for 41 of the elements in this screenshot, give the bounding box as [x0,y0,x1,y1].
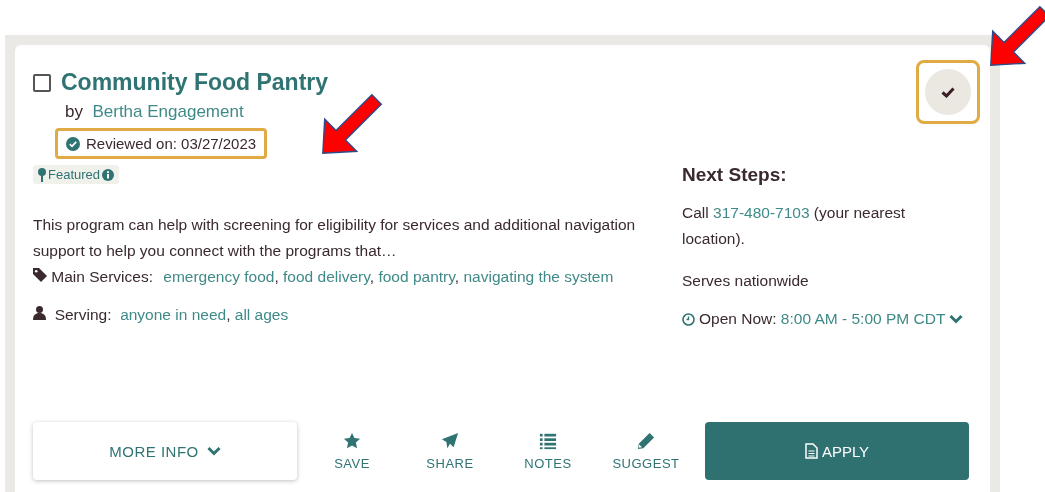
serving-line: Serving: anyone in need, all ages [33,305,648,324]
chevron-down-icon [206,446,221,456]
tag-link[interactable]: emergency food [163,267,275,285]
author-line: by Bertha Engagement [65,102,245,122]
tag-link[interactable]: anyone in need [120,305,227,323]
more-info-button[interactable]: MORE INFO [33,422,297,480]
chevron-down-icon[interactable] [949,314,964,324]
star-icon [343,431,361,450]
coverage-text: Serves nationwide [682,271,810,291]
tag-link[interactable]: all ages [234,305,289,323]
share-button[interactable]: SHARE [401,431,499,471]
reviewed-date: Reviewed on: 03/27/2023 [86,135,257,152]
check-button[interactable] [925,69,971,115]
description: This program can help with screening for eligibility for services and additional navigation support to help you connect with the programs that… [33,214,637,261]
apply-button[interactable]: APPLY [705,422,969,480]
notes-button[interactable]: NOTES [499,431,597,471]
document-icon [804,443,818,459]
pin-icon [38,167,46,182]
main-services: Main Services: emergency food, food delivery, food pantry, navigating the system [33,263,648,290]
suggest-button[interactable]: SUGGEST [597,431,695,471]
call-text: Call 317-480-7103 (your nearest location). [682,203,907,249]
person-icon [33,305,46,320]
tag-link[interactable]: food pantry [378,267,455,285]
pencil-icon [637,431,655,450]
tag-link[interactable]: food delivery [283,267,370,285]
list-icon [539,431,557,450]
badge-label: Featured [48,167,101,182]
checkbox[interactable] [33,73,51,92]
tag-link[interactable]: navigating the system [463,267,614,285]
program-title[interactable]: Community Food Pantry [61,69,329,96]
check-circle-icon [66,136,80,151]
phone-link[interactable]: 317-480-7103 [713,204,810,221]
paper-plane-icon [441,431,459,450]
save-button[interactable]: SAVE [303,431,401,471]
check-icon [941,86,955,98]
hours-text: Open Now: 8:00 AM - 5:00 PM CDT [699,310,946,328]
author-link[interactable]: Bertha Engagement [92,102,244,121]
clock-icon [682,312,695,326]
tag-icon [33,267,47,282]
next-steps-heading: Next Steps: [682,164,788,186]
info-icon[interactable] [102,168,115,181]
